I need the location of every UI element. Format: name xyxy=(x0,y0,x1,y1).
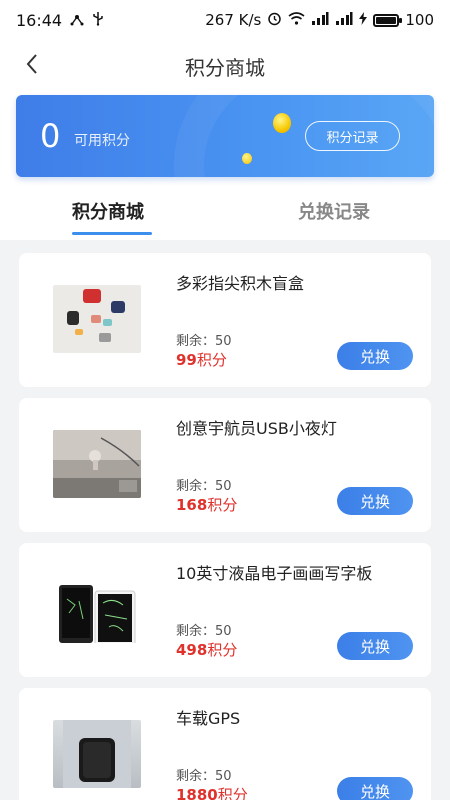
share-icon xyxy=(70,11,84,30)
product-stock: 剩余：50 xyxy=(176,334,232,349)
product-image xyxy=(53,575,141,643)
product-card[interactable]: 10英寸液晶电子画画写字板 剩余：50 498积分 兑换 xyxy=(19,543,431,677)
product-stock: 剩余：50 xyxy=(176,769,232,784)
product-card[interactable]: 车载GPS 剩余：50 1880积分 兑换 xyxy=(19,688,431,800)
tab-exchange-records[interactable]: 兑换记录 xyxy=(298,198,370,224)
points-value: 0 xyxy=(40,117,61,155)
product-image xyxy=(53,720,141,788)
active-tab-indicator xyxy=(72,232,152,235)
redeem-button[interactable]: 兑换 xyxy=(337,342,413,370)
battery-level: 100 xyxy=(405,11,434,29)
product-price: 498积分 xyxy=(176,639,237,660)
charging-icon xyxy=(359,11,368,29)
price-value: 99 xyxy=(176,351,197,369)
price-value: 168 xyxy=(176,496,208,514)
redeem-button[interactable]: 兑换 xyxy=(337,777,413,800)
product-card[interactable]: 创意宇航员USB小夜灯 剩余：50 168积分 兑换 xyxy=(19,398,431,532)
signal-icon xyxy=(335,11,353,29)
points-card: 0 可用积分 积分记录 xyxy=(16,95,434,177)
signal-icon xyxy=(311,11,329,29)
product-name: 创意宇航员USB小夜灯 xyxy=(176,419,337,438)
product-name: 多彩指尖积木盲盒 xyxy=(176,274,305,293)
night-lamp-icon xyxy=(53,430,141,498)
navigation-bar: 积分商城 xyxy=(0,40,450,90)
alarm-icon xyxy=(267,11,282,30)
points-records-button[interactable]: 积分记录 xyxy=(305,121,400,151)
redeem-button[interactable]: 兑换 xyxy=(337,632,413,660)
usb-icon xyxy=(92,11,104,30)
product-price: 99积分 xyxy=(176,349,227,370)
price-unit: 积分 xyxy=(217,786,248,800)
page-title: 积分商城 xyxy=(185,56,265,80)
product-name: 车载GPS xyxy=(176,709,241,728)
redeem-button[interactable]: 兑换 xyxy=(337,487,413,515)
tab-points-mall[interactable]: 积分商城 xyxy=(72,198,144,224)
status-bar: 16:44 267 K/s 100 xyxy=(0,0,450,40)
lcd-tablet-icon xyxy=(59,585,136,643)
product-image xyxy=(53,285,141,353)
price-unit: 积分 xyxy=(196,351,227,369)
product-name: 10英寸液晶电子画画写字板 xyxy=(176,564,373,583)
network-speed: 267 K/s xyxy=(205,11,262,29)
building-blocks-icon xyxy=(67,289,125,342)
status-time: 16:44 xyxy=(16,10,63,30)
price-value: 1880 xyxy=(176,786,218,800)
coin-icon xyxy=(242,153,252,164)
header-section: 0 可用积分 积分记录 积分商城 兑换记录 xyxy=(0,90,450,240)
product-image xyxy=(53,430,141,498)
wifi-icon xyxy=(288,11,305,29)
battery-icon xyxy=(373,13,403,27)
product-card[interactable]: 多彩指尖积木盲盒 剩余：50 99积分 兑换 xyxy=(19,253,431,387)
points-label: 可用积分 xyxy=(74,133,130,149)
product-price: 1880积分 xyxy=(176,784,248,800)
gps-device-icon xyxy=(63,720,131,788)
price-unit: 积分 xyxy=(207,496,238,514)
product-list: 多彩指尖积木盲盒 剩余：50 99积分 兑换 创意宇航员USB小夜灯 剩余：50… xyxy=(19,253,431,800)
price-unit: 积分 xyxy=(207,641,238,659)
price-value: 498 xyxy=(176,641,208,659)
coin-icon xyxy=(273,113,291,133)
product-stock: 剩余：50 xyxy=(176,624,232,639)
product-stock: 剩余：50 xyxy=(176,479,232,494)
product-price: 168积分 xyxy=(176,494,237,515)
tab-bar: 积分商城 兑换记录 xyxy=(0,190,450,237)
